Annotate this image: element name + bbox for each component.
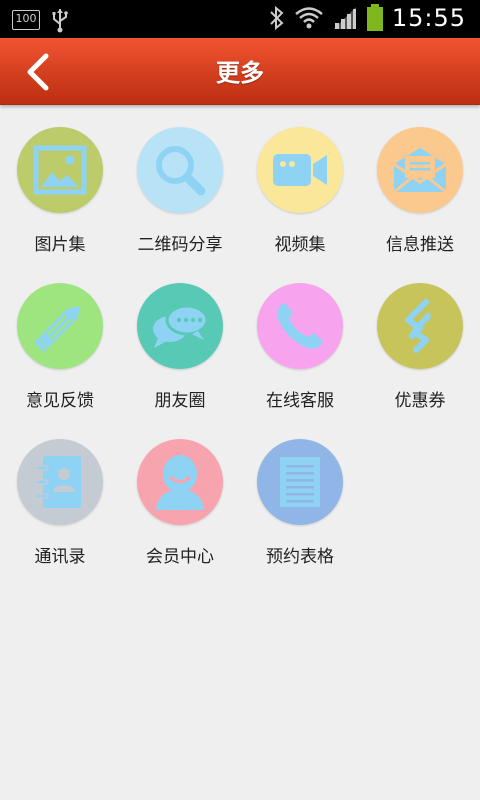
battery-icon bbox=[366, 4, 383, 31]
battery-percent-icon: 100 bbox=[12, 10, 40, 30]
title-bar: 更多 bbox=[0, 38, 480, 105]
menu-item-circle bbox=[137, 439, 223, 525]
menu-item-label: 图片集 bbox=[34, 235, 86, 255]
menu-item-notifications[interactable]: 信息推送 bbox=[360, 104, 480, 260]
menu-item-circle bbox=[257, 283, 343, 369]
menu-item-circle bbox=[17, 439, 103, 525]
menu-item-circle bbox=[137, 283, 223, 369]
menu-item-circle bbox=[377, 283, 463, 369]
menu-item-circle bbox=[257, 439, 343, 525]
menu-item-label: 朋友圈 bbox=[154, 391, 206, 411]
menu-item-contacts[interactable]: 通讯录 bbox=[0, 416, 120, 572]
pencil-icon bbox=[33, 306, 80, 353]
menu-item-label: 通讯录 bbox=[34, 547, 86, 567]
picture-icon bbox=[33, 145, 87, 195]
menu-item-label: 预约表格 bbox=[266, 547, 334, 567]
bluetooth-icon bbox=[270, 5, 284, 31]
menu-item-gallery[interactable]: 图片集 bbox=[0, 104, 120, 260]
menu-item-member-center[interactable]: 会员中心 bbox=[120, 416, 240, 572]
menu-item-label: 会员中心 bbox=[146, 547, 214, 567]
menu-item-qr-share[interactable]: 二维码分享 bbox=[120, 104, 240, 260]
menu-item-circle bbox=[257, 127, 343, 213]
phone-icon bbox=[277, 303, 323, 349]
menu-item-circle bbox=[17, 127, 103, 213]
usb-icon bbox=[52, 9, 68, 33]
magnifier-icon bbox=[156, 146, 206, 196]
battery-percent-text: 100 bbox=[15, 12, 37, 25]
menu-item-online-service[interactable]: 在线客服 bbox=[240, 260, 360, 416]
menu-item-videos[interactable]: 视频集 bbox=[240, 104, 360, 260]
menu-item-label: 在线客服 bbox=[266, 391, 334, 411]
video-camera-icon bbox=[273, 154, 327, 186]
signal-icon bbox=[333, 7, 356, 29]
menu-item-coupons[interactable]: 优惠券 bbox=[360, 260, 480, 416]
member-icon bbox=[156, 455, 204, 510]
menu-item-label: 视频集 bbox=[274, 235, 326, 255]
menu-item-moments[interactable]: 朋友圈 bbox=[120, 260, 240, 416]
menu-item-circle bbox=[137, 127, 223, 213]
chat-bubbles-icon bbox=[153, 304, 209, 348]
envelope-icon bbox=[393, 148, 447, 194]
contact-book-icon bbox=[35, 456, 81, 508]
coupon-icon bbox=[405, 299, 431, 353]
menu-item-label: 优惠券 bbox=[394, 391, 446, 411]
menu-item-label: 二维码分享 bbox=[137, 235, 223, 255]
page-title: 更多 bbox=[216, 59, 264, 87]
menu-item-circle bbox=[377, 127, 463, 213]
status-bar: 100 15:55 bbox=[0, 0, 480, 38]
menu-item-booking-form[interactable]: 预约表格 bbox=[240, 416, 360, 572]
menu-item-label: 意见反馈 bbox=[26, 391, 94, 411]
menu-item-label: 信息推送 bbox=[386, 235, 454, 255]
status-clock: 15:55 bbox=[391, 4, 466, 32]
menu-item-circle bbox=[17, 283, 103, 369]
menu-item-feedback[interactable]: 意见反馈 bbox=[0, 260, 120, 416]
wifi-icon bbox=[295, 7, 323, 29]
form-icon bbox=[280, 457, 320, 507]
